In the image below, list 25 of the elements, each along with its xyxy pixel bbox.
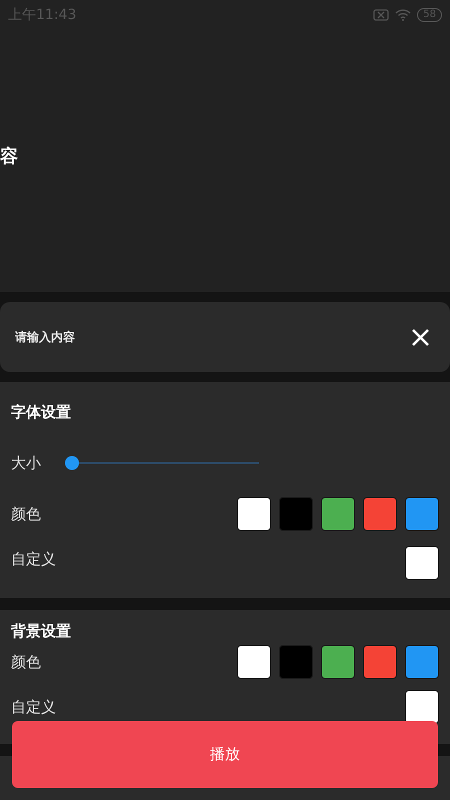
color-swatch[interactable] <box>405 497 439 531</box>
color-swatch[interactable] <box>363 645 397 679</box>
close-icon[interactable] <box>411 328 430 346</box>
preview-text: 容 <box>0 144 18 168</box>
color-swatch[interactable] <box>363 497 397 531</box>
section-title: 背景设置 <box>11 620 71 642</box>
wifi-icon <box>395 9 412 21</box>
color-swatch[interactable] <box>237 645 271 679</box>
color-swatch[interactable] <box>321 645 355 679</box>
color-swatch[interactable] <box>405 645 439 679</box>
play-button[interactable]: 播放 <box>12 721 438 788</box>
row-label: 自定义 <box>11 696 56 718</box>
color-swatch[interactable] <box>279 497 313 531</box>
custom-color-swatch[interactable] <box>405 546 439 580</box>
custom-color-swatch[interactable] <box>405 690 439 724</box>
color-swatch[interactable] <box>321 497 355 531</box>
color-swatch[interactable] <box>279 645 313 679</box>
row-label: 颜色 <box>11 504 41 525</box>
row-label: 自定义 <box>11 548 56 570</box>
section-title: 字体设置 <box>11 402 71 423</box>
row-label: 大小 <box>11 452 42 474</box>
size-slider[interactable] <box>65 456 259 470</box>
color-swatch[interactable] <box>237 497 271 531</box>
sim-icon <box>373 9 390 21</box>
row-label: 颜色 <box>11 652 41 673</box>
